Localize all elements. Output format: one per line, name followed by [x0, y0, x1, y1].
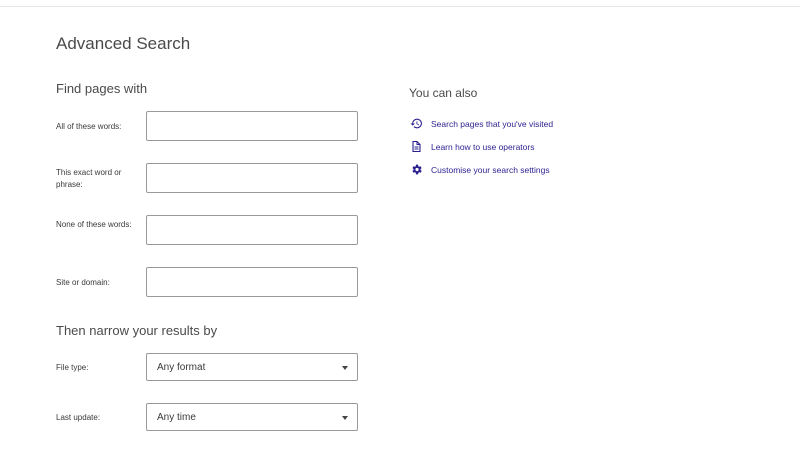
customise-settings-label: Customise your search settings — [431, 164, 550, 175]
last-update-label: Last update: — [56, 413, 101, 422]
file-type-select[interactable]: Any format — [146, 353, 358, 381]
top-divider — [0, 6, 800, 7]
all-words-label: All of these words: — [56, 122, 122, 131]
learn-operators-link[interactable]: Learn how to use operators — [409, 135, 553, 158]
last-update-row: Last update: Any time — [56, 403, 366, 433]
all-words-input[interactable] — [146, 111, 358, 141]
none-words-label: None of these words: — [56, 220, 132, 229]
last-update-selected-value: Any time — [157, 412, 196, 423]
you-can-also-heading: You can also — [409, 86, 478, 100]
exact-phrase-row: This exact word or phrase: — [56, 163, 366, 193]
find-pages-heading: Find pages with — [56, 81, 148, 96]
exact-phrase-input[interactable] — [146, 163, 358, 193]
none-words-row: None of these words: — [56, 215, 366, 245]
document-icon — [409, 140, 423, 154]
site-domain-label: Site or domain: — [56, 278, 110, 287]
site-domain-input[interactable] — [146, 267, 358, 297]
narrow-results-heading: Then narrow your results by — [56, 323, 218, 338]
advanced-search-page: Advanced Search Find pages with All of t… — [0, 0, 800, 450]
all-words-row: All of these words: — [56, 111, 366, 141]
learn-operators-label: Learn how to use operators — [431, 141, 535, 152]
side-links-list: Search pages that you've visited Learn h… — [409, 112, 553, 181]
site-domain-row: Site or domain: — [56, 267, 366, 297]
customise-settings-link[interactable]: Customise your search settings — [409, 158, 553, 181]
gear-icon — [409, 163, 423, 177]
file-type-row: File type: Any format — [56, 353, 366, 383]
file-type-selected-value: Any format — [157, 362, 206, 373]
search-visited-pages-label: Search pages that you've visited — [431, 118, 554, 129]
page-title: Advanced Search — [56, 34, 191, 53]
chevron-down-icon — [342, 366, 348, 370]
exact-phrase-label: This exact word or phrase: — [56, 168, 122, 189]
last-update-select[interactable]: Any time — [146, 403, 358, 431]
file-type-label: File type: — [56, 363, 89, 372]
search-visited-pages-link[interactable]: Search pages that you've visited — [409, 112, 553, 135]
chevron-down-icon — [342, 416, 348, 420]
history-icon — [409, 117, 423, 131]
none-words-input[interactable] — [146, 215, 358, 245]
